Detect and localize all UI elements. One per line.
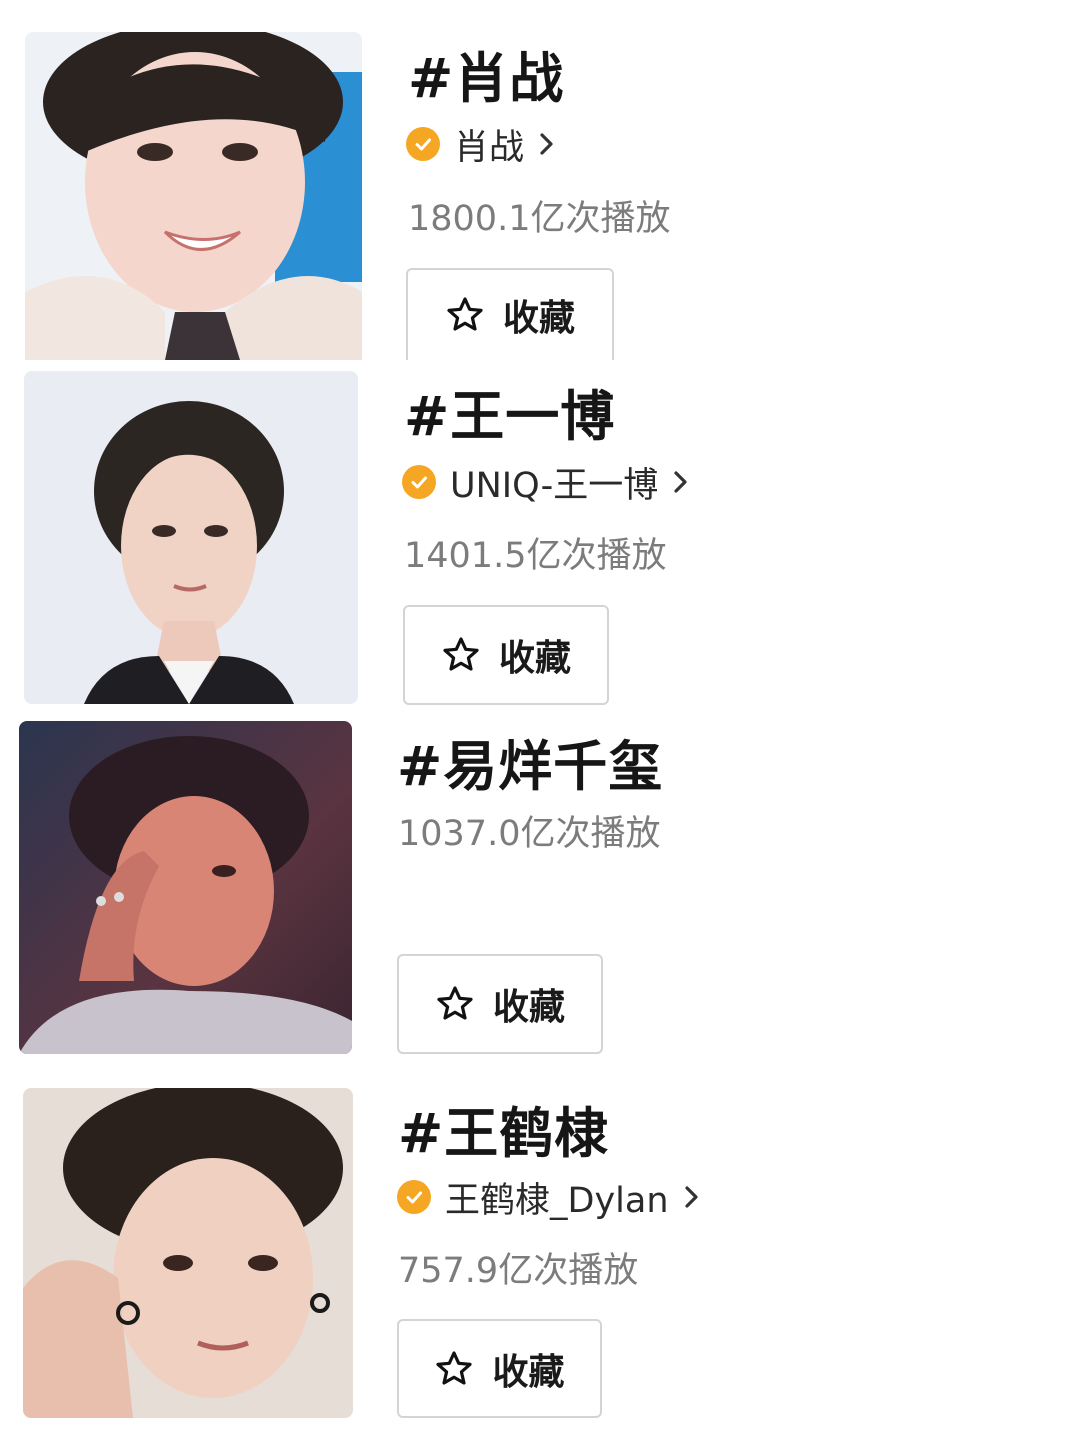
chevron-right-icon xyxy=(672,468,690,496)
verified-check-icon xyxy=(406,127,440,161)
topic-photo-3[interactable] xyxy=(19,721,352,1054)
star-outline-icon xyxy=(434,1349,474,1389)
favorite-label-1: 收藏 xyxy=(502,298,575,339)
star-outline-icon xyxy=(435,984,475,1024)
play-count-3: 1037.0亿次播放 xyxy=(398,814,661,854)
topic-photo-1[interactable] xyxy=(25,32,362,360)
favorite-button-3[interactable]: 收藏 xyxy=(397,954,603,1054)
favorite-label-3: 收藏 xyxy=(492,987,565,1028)
topic-photo-2[interactable] xyxy=(24,371,358,704)
chevron-right-icon xyxy=(683,1183,701,1211)
account-link-2[interactable]: UNIQ-王一博 xyxy=(402,460,690,506)
favorite-button-4[interactable]: 收藏 xyxy=(397,1319,602,1418)
topic-title-3[interactable]: #易烊千玺 xyxy=(397,722,663,801)
account-name-1: 肖战 xyxy=(454,127,525,168)
account-link-4[interactable]: 王鹤棣_Dylan xyxy=(397,1175,701,1221)
favorite-label-2: 收藏 xyxy=(498,638,571,679)
verified-check-icon xyxy=(402,465,436,499)
topic-title-2[interactable]: #王一博 xyxy=(404,372,615,451)
favorite-label-4: 收藏 xyxy=(492,1351,565,1393)
favorite-button-1[interactable]: 收藏 xyxy=(406,268,614,360)
favorite-button-2[interactable]: 收藏 xyxy=(403,605,609,705)
play-count-4: 757.9亿次播放 xyxy=(398,1251,639,1291)
star-outline-icon xyxy=(441,635,481,675)
star-outline-icon xyxy=(445,295,485,335)
play-count-2: 1401.5亿次播放 xyxy=(404,536,667,576)
topic-photo-4[interactable] xyxy=(23,1088,353,1418)
verified-check-icon xyxy=(397,1180,431,1214)
play-count-1: 1800.1亿次播放 xyxy=(408,199,671,239)
topic-title-1[interactable]: #肖战 xyxy=(408,34,564,113)
account-link-1[interactable]: 肖战 xyxy=(406,122,556,168)
topic-title-4[interactable]: #王鹤棣 xyxy=(398,1089,609,1168)
account-name-4: 王鹤棣_Dylan xyxy=(445,1180,669,1221)
chevron-right-icon xyxy=(538,130,556,158)
account-name-2: UNIQ-王一博 xyxy=(450,465,659,506)
